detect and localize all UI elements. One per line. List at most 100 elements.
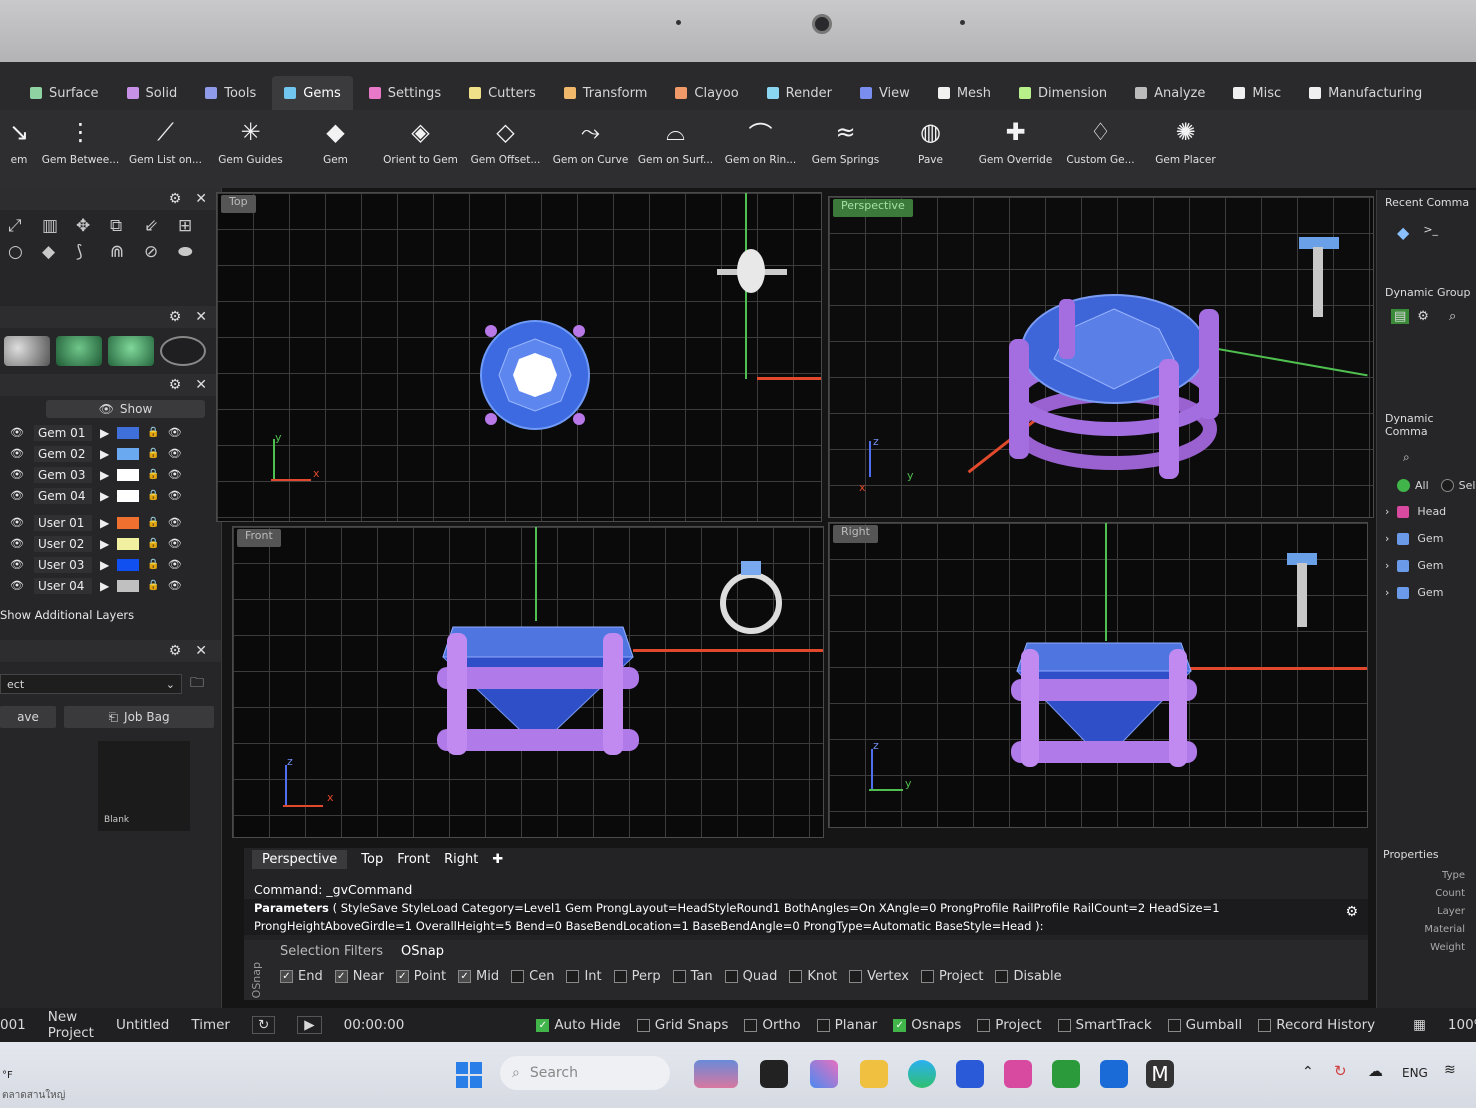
osnap-perp[interactable]: Perp <box>613 969 661 984</box>
viewport-right[interactable]: Right z y <box>828 522 1368 828</box>
search-icon[interactable]: ⌕ <box>1377 438 1476 465</box>
layer-row[interactable]: 👁 User 03 ▶ 🔒 👁 <box>0 554 221 575</box>
eye-icon[interactable]: 👁 <box>168 537 184 550</box>
viewtab-front[interactable]: Front <box>397 852 430 867</box>
cloud-icon[interactable]: ☁ <box>1368 1062 1383 1080</box>
play-icon[interactable]: ▶ <box>100 537 109 551</box>
checkbox[interactable] <box>977 1018 991 1032</box>
tab-analyze[interactable]: Analyze <box>1123 76 1217 110</box>
lock-icon[interactable]: 🔒 <box>147 448 159 459</box>
play-icon[interactable]: ▶ <box>100 558 109 572</box>
curve-icon[interactable]: ⤢ <box>8 216 40 236</box>
layer-row[interactable]: 👁 Gem 03 ▶ 🔒 👁 <box>0 464 221 485</box>
eye-icon[interactable]: 👁 <box>168 426 184 439</box>
toggle-smarttrack[interactable]: SmartTrack <box>1057 1017 1152 1033</box>
layer-color[interactable] <box>117 468 140 481</box>
command-prompt[interactable]: Command: _gvCommand <box>244 880 1368 899</box>
close-icon[interactable]: ✕ <box>195 643 207 659</box>
eye-icon[interactable]: 👁 <box>168 468 184 481</box>
tool-gem[interactable]: ◆ Gem <box>293 110 378 188</box>
app-icon[interactable] <box>1004 1060 1032 1088</box>
tool-custom-gem[interactable]: ♢ Custom Ge... <box>1058 110 1143 188</box>
layer-color[interactable] <box>117 426 140 439</box>
move-icon[interactable]: ✥ <box>76 216 108 236</box>
tool-pave[interactable]: ◍ Pave <box>888 110 973 188</box>
osnap-int[interactable]: Int <box>566 969 602 984</box>
command-parameters-cont[interactable]: ProngHeightAboveGirdle=1 OverallHeight=5… <box>244 917 1368 935</box>
osnap-near[interactable]: ✓ Near <box>334 969 384 984</box>
tool-gem-between[interactable]: ⋮ Gem Betwee... <box>38 110 123 188</box>
eye-icon[interactable]: 👁 <box>10 537 26 550</box>
tool-gem-list[interactable]: ⟋ Gem List on... <box>123 110 208 188</box>
layer-color[interactable] <box>117 537 140 550</box>
checkbox[interactable] <box>995 970 1009 983</box>
tab-cutters[interactable]: Cutters <box>457 76 548 110</box>
tool-arrow[interactable]: ↘ em <box>0 110 38 188</box>
tab-osnap[interactable]: OSnap <box>401 944 444 959</box>
lock-icon[interactable]: 🔒 <box>147 490 159 501</box>
save-button[interactable]: ave <box>0 706 56 728</box>
search-icon[interactable]: ⌕ <box>1449 309 1456 324</box>
gem-icon[interactable]: ◆ <box>1397 223 1409 242</box>
checkbox[interactable] <box>1258 1018 1272 1032</box>
toggle-grid-snaps[interactable]: Grid Snaps <box>636 1017 728 1033</box>
eye-icon[interactable]: 👁 <box>10 447 26 460</box>
lock-icon[interactable]: 🔒 <box>147 427 159 438</box>
checkbox[interactable] <box>613 970 627 983</box>
tab-solid[interactable]: Solid <box>115 76 190 110</box>
play-icon[interactable]: ▶ <box>100 516 109 530</box>
viewport-perspective[interactable]: Perspective z y x <box>828 196 1374 518</box>
show-additional-layers[interactable]: Show Additional Layers <box>0 596 221 622</box>
viewtab-perspective[interactable]: Perspective <box>252 849 348 869</box>
viewport-label[interactable]: Perspective <box>833 199 913 217</box>
windows-start-icon[interactable] <box>456 1062 482 1088</box>
layer-color[interactable] <box>117 489 140 502</box>
outlook-icon[interactable] <box>1100 1060 1128 1088</box>
play-icon[interactable]: ▶ <box>100 426 109 440</box>
project-combo[interactable]: ect ⌄ <box>0 674 182 694</box>
task-view-icon[interactable] <box>760 1060 788 1088</box>
toggle-auto-hide[interactable]: ✓ Auto Hide <box>536 1017 621 1033</box>
tool-gem-surface[interactable]: ⌓ Gem on Surf... <box>633 110 718 188</box>
circle-icon[interactable]: ○ <box>8 242 40 262</box>
checkbox[interactable] <box>920 970 934 983</box>
lock-icon[interactable]: 🔒 <box>147 517 159 528</box>
folder-icon[interactable]: 🗀 <box>190 672 204 696</box>
copilot-icon[interactable] <box>810 1060 838 1088</box>
viewtab-right[interactable]: Right <box>444 852 478 867</box>
tool-gem-springs[interactable]: ≈ Gem Springs <box>803 110 888 188</box>
layer-color[interactable] <box>117 558 140 571</box>
layer-row[interactable]: 👁 Gem 04 ▶ 🔒 👁 <box>0 485 221 506</box>
toggle-gumball[interactable]: Gumball <box>1167 1017 1242 1033</box>
osnap-quad[interactable]: Quad <box>724 969 777 984</box>
checkbox[interactable] <box>849 970 863 983</box>
osnap-end[interactable]: ✓ End <box>280 969 323 984</box>
wifi-icon[interactable]: ≋ <box>1444 1062 1456 1078</box>
command-parameters[interactable]: Parameters ( StyleSave StyleLoad Categor… <box>244 899 1368 917</box>
chevron-up-icon[interactable]: ⌃ <box>1302 1064 1314 1080</box>
tool-gem-offset[interactable]: ◇ Gem Offset... <box>463 110 548 188</box>
store-icon[interactable] <box>956 1060 984 1088</box>
checkbox[interactable] <box>636 1018 650 1032</box>
layer-row[interactable]: 👁 User 02 ▶ 🔒 👁 <box>0 533 221 554</box>
tab-transform[interactable]: Transform <box>552 76 660 110</box>
project-name[interactable]: New Project <box>48 1009 94 1041</box>
checkbox[interactable] <box>511 970 525 983</box>
dynamic-item[interactable]: › Gem <box>1377 525 1476 552</box>
gear-icon[interactable]: ⚙ <box>169 191 182 207</box>
checkbox[interactable] <box>724 970 738 983</box>
sync-icon[interactable]: ↻ <box>1334 1062 1347 1080</box>
checkbox[interactable]: ✓ <box>536 1018 550 1032</box>
dynamic-item[interactable]: › Gem <box>1377 552 1476 579</box>
layer-color[interactable] <box>117 516 140 529</box>
material-green[interactable] <box>56 336 102 366</box>
tab-misc[interactable]: Misc <box>1221 76 1293 110</box>
eye-icon[interactable]: 👁 <box>168 516 184 529</box>
osnap-knot[interactable]: Knot <box>789 969 837 984</box>
osnap-cen[interactable]: Cen <box>511 969 554 984</box>
close-icon[interactable]: ✕ <box>195 377 207 393</box>
matrix-app-icon[interactable]: M <box>1146 1060 1174 1088</box>
list-icon[interactable]: ▤ <box>1391 309 1410 324</box>
osnap-vertex[interactable]: Vertex <box>849 969 909 984</box>
all-radio[interactable] <box>1397 479 1410 492</box>
